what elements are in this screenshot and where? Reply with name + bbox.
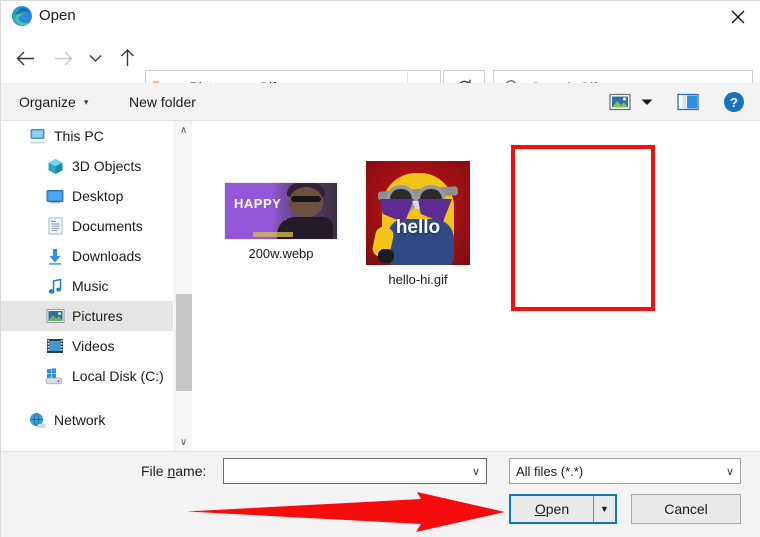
- back-arrow-icon: [16, 51, 34, 65]
- chevron-down-icon: [89, 54, 101, 62]
- cancel-button[interactable]: Cancel: [631, 494, 741, 524]
- view-options-dropdown[interactable]: [637, 90, 657, 114]
- sidebar-item-desktop[interactable]: Desktop: [1, 181, 173, 211]
- thumbnail-text: HAPPY: [234, 196, 282, 211]
- up-one-level-button[interactable]: [111, 43, 143, 73]
- thumbnail-text: hello: [395, 217, 441, 238]
- sidebar-label: 3D Objects: [72, 158, 142, 174]
- sidebar-item-music[interactable]: Music: [1, 271, 173, 301]
- back-button[interactable]: [9, 43, 41, 73]
- file-name-input[interactable]: ∨: [223, 458, 487, 484]
- pictures-icon: [45, 307, 65, 325]
- scroll-down-button[interactable]: ∨: [175, 433, 192, 451]
- music-icon: [45, 277, 65, 295]
- file-item-200w-webp[interactable]: HAPPY 200w.webp: [221, 183, 341, 261]
- sidebar-item-3d-objects[interactable]: 3D Objects: [1, 151, 173, 181]
- chevron-down-icon: ▾: [83, 96, 89, 107]
- svg-text:?: ?: [730, 95, 738, 110]
- close-button[interactable]: [715, 1, 760, 33]
- sidebar-item-local-disk-c[interactable]: Local Disk (C:): [1, 361, 173, 391]
- sidebar-label: Network: [54, 412, 106, 428]
- sidebar-item-this-pc[interactable]: This PC: [1, 121, 173, 151]
- navigation-bar: « Pictures › Gifs Search Gifs: [1, 33, 760, 104]
- window-title: Open: [39, 7, 76, 24]
- help-icon: ?: [724, 92, 744, 112]
- recent-locations-button[interactable]: [83, 43, 107, 73]
- sidebar-item-pictures[interactable]: Pictures: [1, 301, 173, 331]
- open-file-dialog: Open Organize ▾ New folder ? This PC 3D …: [0, 0, 760, 537]
- sidebar-label: Music: [72, 278, 109, 294]
- sidebar-label: Downloads: [72, 248, 142, 264]
- sidebar-label: Videos: [72, 338, 115, 354]
- file-name-label: 200w.webp: [248, 246, 314, 261]
- sidebar-label: Desktop: [72, 188, 124, 204]
- open-split-dropdown[interactable]: ▼: [593, 496, 615, 522]
- change-view-button[interactable]: [607, 90, 633, 114]
- videos-icon: [45, 337, 65, 355]
- sidebar-label: Documents: [72, 218, 143, 234]
- label-part: ame:: [175, 463, 207, 479]
- new-folder-button[interactable]: New folder: [129, 83, 196, 121]
- view-layout-icon: [609, 93, 631, 111]
- open-button[interactable]: Open ▼: [509, 494, 617, 524]
- close-icon: [731, 10, 745, 24]
- forward-arrow-icon: [54, 51, 72, 65]
- file-item-hello-hi-gif[interactable]: hello hello-hi.gif: [358, 143, 655, 311]
- sidebar-label: Pictures: [72, 308, 123, 324]
- file-name-label: hello-hi.gif: [388, 272, 448, 287]
- sidebar-item-downloads[interactable]: Downloads: [1, 241, 173, 271]
- edge-logo-icon: [11, 5, 33, 27]
- chevron-down-icon[interactable]: ∨: [472, 465, 480, 478]
- sidebar-label: This PC: [54, 128, 104, 144]
- sidebar-label: Local Disk (C:): [72, 368, 164, 384]
- file-thumbnail: hello: [366, 161, 470, 265]
- network-icon: [27, 411, 47, 429]
- up-arrow-icon: [120, 49, 134, 66]
- file-type-dropdown[interactable]: All files (*.*) ∨: [509, 458, 741, 484]
- desktop-icon: [45, 187, 65, 205]
- 3d-objects-icon: [45, 157, 65, 175]
- sidebar-item-videos[interactable]: Videos: [1, 331, 173, 361]
- downloads-icon: [45, 247, 65, 265]
- scrollbar-thumb[interactable]: [176, 294, 192, 391]
- new-folder-label: New folder: [129, 94, 196, 110]
- command-bar: Organize ▾ New folder ?: [1, 83, 760, 121]
- preview-pane-button[interactable]: [675, 90, 701, 114]
- file-list-pane[interactable]: HAPPY 200w.webp hello hello-hi.gif: [193, 121, 760, 451]
- label-part: File: [141, 463, 168, 479]
- organize-label: Organize: [19, 94, 76, 110]
- local-disk-icon: [45, 367, 65, 385]
- file-thumbnail: HAPPY: [225, 183, 337, 239]
- cancel-button-label: Cancel: [664, 501, 708, 517]
- file-name-label-text: File name:: [141, 463, 206, 479]
- forward-button: [47, 43, 79, 73]
- documents-icon: [45, 217, 65, 235]
- sidebar-scrollbar[interactable]: ∧ ∨: [174, 121, 192, 451]
- organize-button[interactable]: Organize ▾: [19, 83, 88, 121]
- open-label-rest: pen: [545, 501, 570, 517]
- scroll-up-button[interactable]: ∧: [175, 121, 192, 139]
- chevron-down-icon: [641, 99, 653, 105]
- selection-highlight-box: [511, 145, 655, 311]
- title-bar: Open: [1, 1, 760, 33]
- navigation-pane: This PC 3D Objects Desktop Documents Dow…: [1, 121, 173, 451]
- dialog-body: This PC 3D Objects Desktop Documents Dow…: [1, 121, 760, 451]
- file-type-value: All files (*.*): [516, 463, 584, 479]
- help-button[interactable]: ?: [721, 90, 747, 114]
- sidebar-item-network[interactable]: Network: [1, 405, 173, 435]
- chevron-down-icon[interactable]: ∨: [726, 465, 734, 478]
- this-pc-icon: [27, 127, 47, 145]
- preview-pane-icon: [677, 93, 699, 111]
- sidebar-item-documents[interactable]: Documents: [1, 211, 173, 241]
- open-button-label[interactable]: Open: [511, 496, 593, 522]
- open-accelerator: O: [534, 501, 546, 517]
